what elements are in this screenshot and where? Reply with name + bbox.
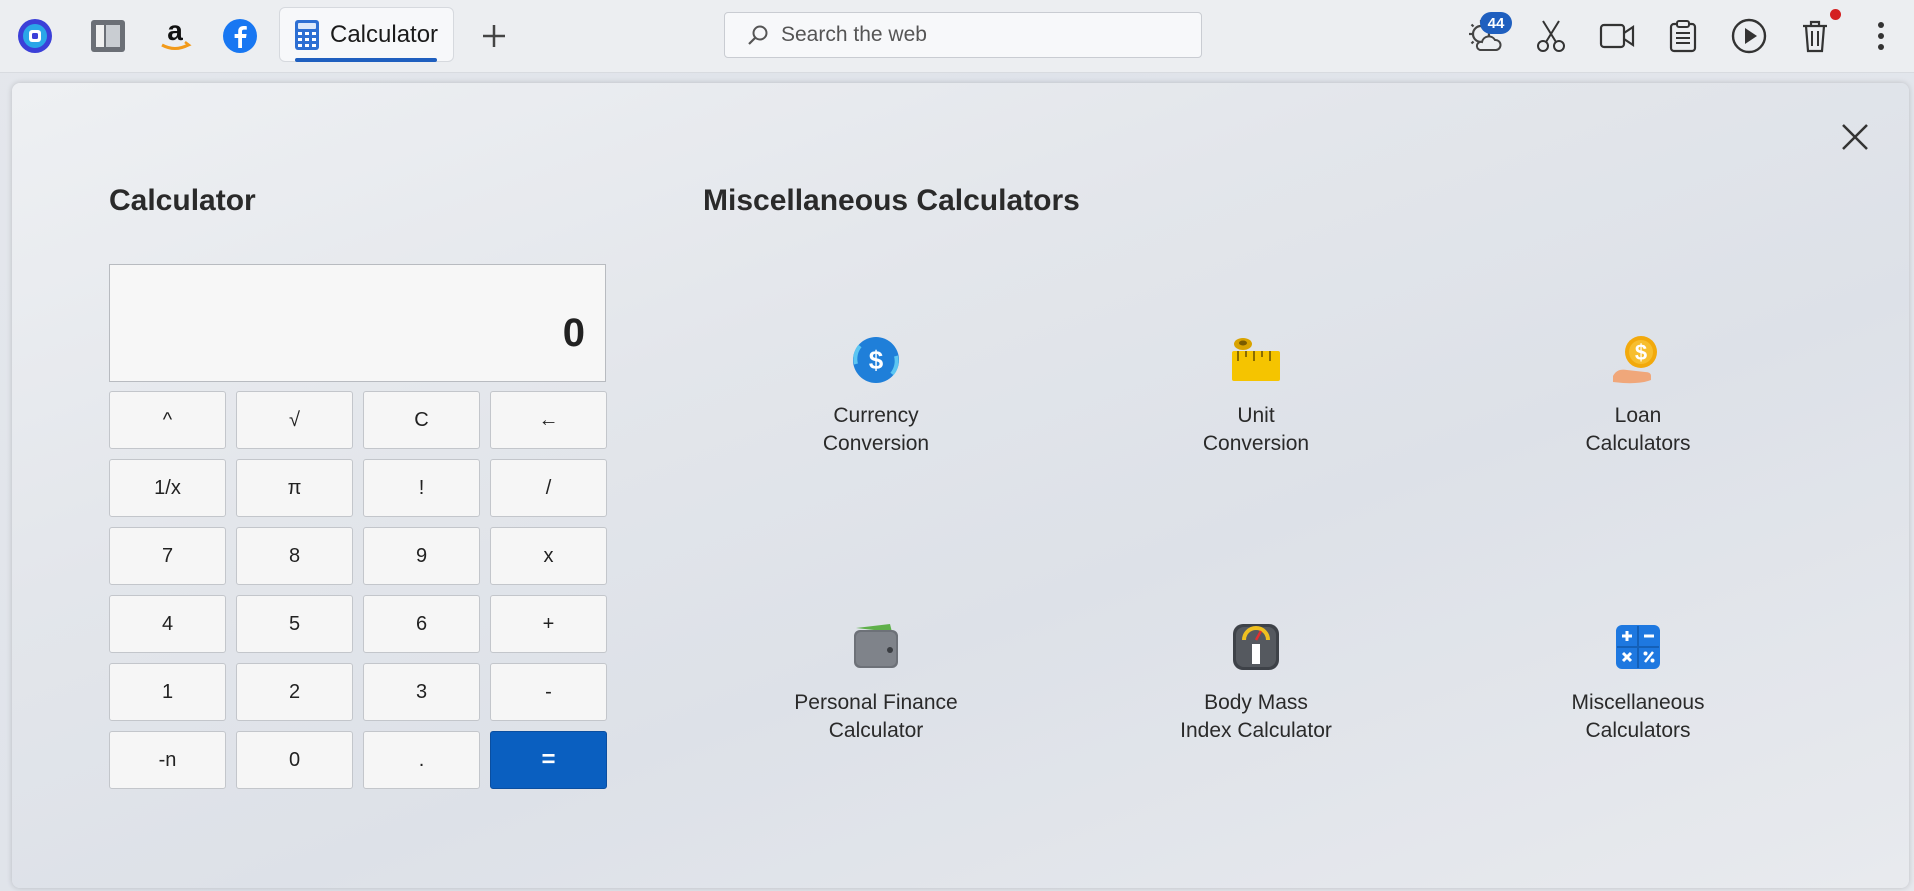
app-launcher-icon[interactable] [13, 14, 57, 58]
files-icon[interactable] [86, 14, 130, 58]
trash-icon[interactable] [1793, 14, 1837, 58]
search-icon [747, 24, 769, 46]
scissors-icon[interactable] [1529, 14, 1573, 58]
key-minus[interactable]: - [490, 663, 607, 721]
keypad: ^ √ C ← 1/x π ! / 7 8 9 x 4 5 6 + 1 2 3 … [109, 391, 607, 789]
facebook-icon[interactable] [218, 14, 262, 58]
key-plus[interactable]: + [490, 595, 607, 653]
tile-label-line2: Index Calculator [1180, 719, 1332, 742]
search-input[interactable]: Search the web [724, 12, 1202, 58]
key-clear[interactable]: C [363, 391, 480, 449]
more-icon[interactable] [1859, 14, 1903, 58]
key-power[interactable]: ^ [109, 391, 226, 449]
notification-badge: 44 [1480, 12, 1512, 34]
close-button[interactable] [1835, 117, 1875, 157]
tile-label-line1: Currency [833, 404, 919, 427]
search-placeholder: Search the web [781, 23, 927, 46]
math-icon [1518, 617, 1758, 677]
tile-label-line1: Unit [1237, 404, 1275, 427]
tile-unit-conversion[interactable]: Unit Conversion [1136, 330, 1376, 458]
key-factorial[interactable]: ! [363, 459, 480, 517]
key-negate[interactable]: -n [109, 731, 226, 789]
tile-label-line1: Miscellaneous [1571, 691, 1705, 714]
tile-misc-calculators[interactable]: Miscellaneous Calculators [1518, 617, 1758, 745]
key-9[interactable]: 9 [363, 527, 480, 585]
key-3[interactable]: 3 [363, 663, 480, 721]
loan-icon: $ [1518, 330, 1758, 390]
new-tab-icon[interactable] [472, 14, 516, 58]
key-1[interactable]: 1 [109, 663, 226, 721]
calculator-icon [294, 19, 320, 51]
taskbar: a Calculator Search the web 44 [0, 0, 1914, 73]
active-tab-indicator [295, 58, 437, 62]
tile-label-line1: Loan [1614, 404, 1662, 427]
key-multiply[interactable]: x [490, 527, 607, 585]
key-equals[interactable]: = [490, 731, 607, 789]
close-icon [1840, 122, 1870, 152]
currency-icon: $ [756, 330, 996, 390]
notification-dot [1830, 9, 1841, 20]
key-decimal[interactable]: . [363, 731, 480, 789]
calculator-display: 0 [109, 264, 606, 382]
tile-label-line2: Calculator [828, 719, 924, 742]
tile-label-line1: Body Mass [1204, 691, 1308, 714]
scale-icon [1136, 617, 1376, 677]
tile-label-line1: Personal Finance [794, 691, 958, 714]
key-7[interactable]: 7 [109, 527, 226, 585]
key-0[interactable]: 0 [236, 731, 353, 789]
key-backspace[interactable]: ← [490, 391, 607, 449]
ruler-icon [1136, 330, 1376, 390]
tile-personal-finance[interactable]: Personal Finance Calculator [756, 617, 996, 745]
tile-bmi-calculator[interactable]: Body Mass Index Calculator [1136, 617, 1376, 745]
video-icon[interactable] [1595, 14, 1639, 58]
tile-label-line2: Calculators [1585, 432, 1691, 455]
key-5[interactable]: 5 [236, 595, 353, 653]
tile-loan-calculators[interactable]: $ Loan Calculators [1518, 330, 1758, 458]
play-icon[interactable] [1727, 14, 1771, 58]
tab-calculator[interactable]: Calculator [279, 7, 454, 62]
clipboard-icon[interactable] [1661, 14, 1705, 58]
tile-label-line2: Calculators [1585, 719, 1691, 742]
tab-label: Calculator [330, 20, 439, 48]
key-4[interactable]: 4 [109, 595, 226, 653]
svg-text:$: $ [1635, 340, 1647, 365]
amazon-icon[interactable]: a [153, 14, 197, 58]
key-divide[interactable]: / [490, 459, 607, 517]
tile-currency-conversion[interactable]: $ Currency Conversion [756, 330, 996, 458]
key-pi[interactable]: π [236, 459, 353, 517]
svg-text:$: $ [869, 345, 884, 375]
key-reciprocal[interactable]: 1/x [109, 459, 226, 517]
tile-label-line2: Conversion [822, 432, 930, 455]
display-value: 0 [562, 310, 585, 355]
key-6[interactable]: 6 [363, 595, 480, 653]
key-2[interactable]: 2 [236, 663, 353, 721]
wallet-icon [756, 617, 996, 677]
key-8[interactable]: 8 [236, 527, 353, 585]
misc-title: Miscellaneous Calculators [703, 184, 1080, 217]
calculator-title: Calculator [109, 184, 256, 217]
key-sqrt[interactable]: √ [236, 391, 353, 449]
tile-label-line2: Conversion [1202, 432, 1310, 455]
svg-text:a: a [167, 18, 183, 46]
